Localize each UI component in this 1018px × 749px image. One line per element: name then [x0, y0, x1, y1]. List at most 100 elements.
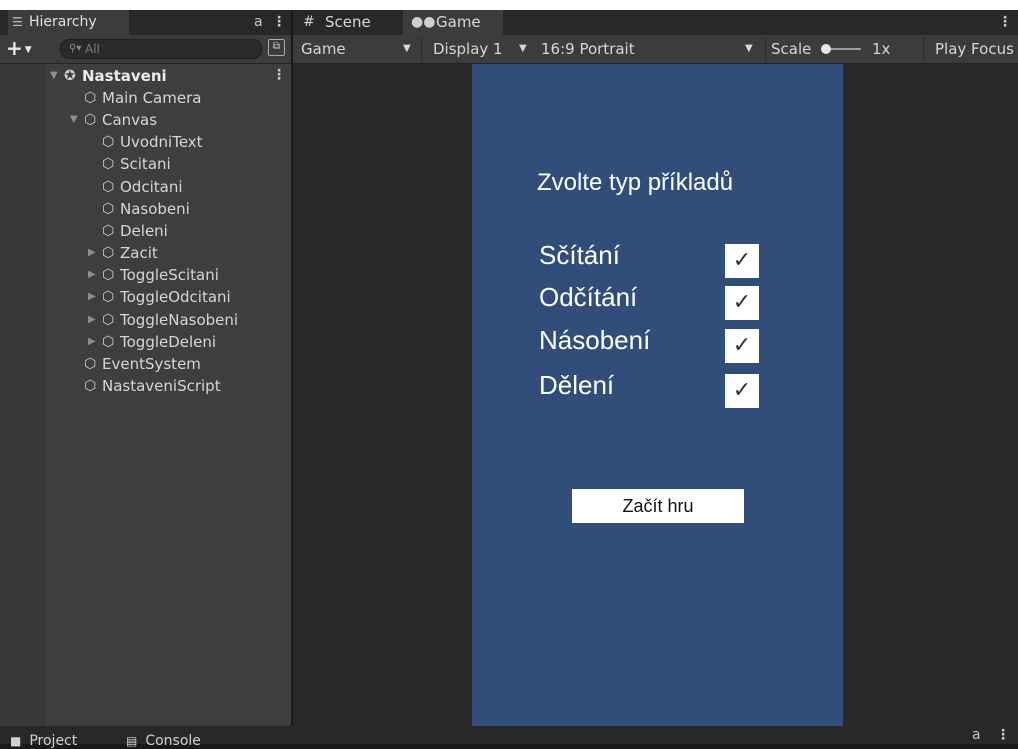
start-game-button[interactable]: Začít hru [572, 489, 744, 523]
tab-console[interactable]: ▤ Console [126, 734, 201, 748]
hierarchy-item-label: Odcitani [120, 178, 183, 196]
hierarchy-item-label: Scitani [120, 155, 171, 173]
tab-project-label: Project [29, 733, 78, 749]
tab-game-label: Game [436, 13, 481, 31]
gameobject-cube-icon: ⬡ [102, 156, 115, 172]
expand-arrow-icon[interactable]: ▶ [88, 331, 102, 353]
hierarchy-item[interactable]: ⬡ EventSystem [70, 353, 201, 375]
gameobject-cube-icon: ⬡ [102, 245, 115, 261]
expand-arrow-icon[interactable]: ▼ [70, 109, 84, 131]
gameobject-cube-icon: ⬡ [102, 179, 115, 195]
hierarchy-item-label: ToggleDeleni [120, 333, 217, 351]
scene-item[interactable]: ▼ ✪ Nastaveni [50, 65, 167, 87]
hierarchy-item-label: UvodniText [120, 133, 203, 151]
game-panel: # Scene ●● Game ⋮ Game ▼ Display 1 ▼ 16:… [293, 10, 1018, 726]
aspect-value: 16:9 Portrait [541, 40, 635, 58]
chevron-down-icon: ▼ [745, 43, 753, 54]
checkmark-icon: ✓ [732, 248, 752, 273]
tab-hierarchy[interactable]: ☰ Hierarchy [8, 10, 129, 35]
game-canvas: Zvolte typ příkladů Sčítání ✓ Odčítání ✓… [472, 64, 843, 726]
hierarchy-item[interactable]: ⬡ Scitani [88, 153, 171, 175]
hierarchy-item[interactable]: ▶ ⬡ ToggleNasobeni [88, 309, 238, 331]
hierarchy-item-label: NastaveniScript [102, 377, 221, 395]
tab-scene-label: Scene [325, 13, 371, 31]
lock-icon[interactable]: a [254, 10, 263, 35]
toggle-odcitani-checkbox[interactable]: ✓ [725, 286, 759, 320]
game-title: Zvolte typ příkladů [537, 169, 734, 196]
chevron-down-icon: ▼ [519, 43, 527, 54]
toggle-deleni-checkbox[interactable]: ✓ [725, 374, 759, 408]
panel-menu-icon[interactable]: ⋮ [996, 726, 1010, 744]
option-label: Sčítání [539, 240, 620, 270]
hierarchy-item[interactable]: ⬡ NastaveniScript [70, 375, 221, 397]
scale-value: 1x [872, 40, 891, 58]
display-select[interactable]: Display 1 ▼ [433, 35, 529, 63]
hierarchy-toolbar: + ▼ ⚲▾ All ⧉ [0, 35, 291, 64]
gameobject-cube-icon: ⬡ [102, 134, 115, 150]
hierarchy-item-label: Main Camera [102, 89, 202, 107]
scene-menu-icon[interactable]: ⋮ [272, 63, 286, 88]
gameobject-cube-icon: ⬡ [84, 356, 97, 372]
hierarchy-item[interactable]: ▶ ⬡ Zacit [88, 242, 158, 264]
expand-arrow-icon[interactable]: ▶ [88, 264, 102, 286]
gameobject-cube-icon: ⬡ [102, 223, 115, 239]
hierarchy-item[interactable]: ⬡ Main Camera [70, 87, 201, 109]
tab-hierarchy-label: Hierarchy [29, 14, 97, 30]
filter-icon[interactable]: ⧉ [268, 39, 285, 56]
toolbar-divider [765, 37, 766, 61]
hierarchy-item[interactable]: ▶ ⬡ ToggleOdcitani [88, 286, 231, 308]
tab-game[interactable]: ●● Game [403, 10, 503, 35]
hierarchy-panel: ☰ Hierarchy a ⋮ + ▼ ⚲▾ All ⧉ ▼ ✪ Nastaveni … [0, 10, 291, 726]
search-icon: ⚲▾ [69, 43, 82, 54]
display-value: Display 1 [433, 40, 503, 58]
aspect-select[interactable]: 16:9 Portrait ▼ [541, 35, 761, 63]
toolbar-divider [421, 37, 422, 61]
toggle-scitani-checkbox[interactable]: ✓ [725, 244, 759, 278]
hierarchy-item-label: ToggleOdcitani [120, 288, 231, 306]
scale-slider[interactable] [821, 44, 861, 54]
toolbar-divider [923, 37, 924, 61]
hierarchy-search-input[interactable]: ⚲▾ All [60, 39, 262, 59]
expand-arrow-icon[interactable]: ▶ [88, 286, 102, 308]
search-placeholder: All [85, 42, 100, 56]
gameobject-cube-icon: ⬡ [84, 378, 97, 394]
gameobject-cube-icon: ⬡ [84, 90, 97, 106]
scene-label: Nastaveni [82, 67, 167, 85]
panel-menu-icon[interactable]: ⋮ [272, 10, 286, 35]
scale-label: Scale [771, 40, 812, 58]
hierarchy-item[interactable]: ⬡ Nasobeni [88, 198, 190, 220]
gameobject-cube-icon: ⬡ [102, 312, 115, 328]
hierarchy-item-label: ToggleNasobeni [120, 311, 239, 329]
play-focus-select[interactable]: Play Focus [935, 35, 1018, 63]
console-icon: ▤ [126, 734, 138, 748]
tab-scene[interactable]: # Scene [297, 10, 395, 35]
hierarchy-item[interactable]: ▶ ⬡ ToggleDeleni [88, 331, 216, 353]
mode-select[interactable]: Game ▼ [301, 35, 419, 63]
hierarchy-item[interactable]: ⬡ Deleni [88, 220, 168, 242]
hierarchy-item[interactable]: ⬡ UvodniText [88, 131, 203, 153]
option-label: Odčítání [539, 282, 638, 312]
gameobject-cube-icon: ⬡ [102, 201, 115, 217]
expand-arrow-icon[interactable]: ▶ [88, 309, 102, 331]
unity-scene-icon: ✪ [64, 68, 76, 84]
hierarchy-item[interactable]: ▼ ⬡ Canvas [70, 109, 157, 131]
option-label: Násobení [539, 325, 651, 355]
hierarchy-item[interactable]: ⬡ Odcitani [88, 176, 183, 198]
game-panel-menu-icon[interactable]: ⋮ [998, 10, 1012, 35]
editor-tabbar: # Scene ●● Game ⋮ [293, 10, 1018, 35]
game-toolbar: Game ▼ Display 1 ▼ 16:9 Portrait ▼ Scale… [293, 35, 1018, 64]
expand-arrow-icon[interactable]: ▼ [50, 65, 64, 87]
gameobject-cube-icon: ⬡ [102, 289, 115, 305]
add-object-button[interactable]: + ▼ [6, 35, 32, 63]
toggle-nasobeni-checkbox[interactable]: ✓ [725, 329, 759, 363]
checkmark-icon: ✓ [732, 290, 752, 315]
slider-knob[interactable] [821, 44, 831, 54]
expand-arrow-icon[interactable]: ▶ [88, 242, 102, 264]
tab-project[interactable]: ■ Project [10, 734, 77, 748]
hierarchy-item[interactable]: ▶ ⬡ ToggleScitani [88, 264, 219, 286]
hierarchy-item-label: EventSystem [102, 355, 201, 373]
grid-icon: # [303, 14, 315, 30]
lock-icon[interactable]: a [972, 726, 981, 744]
hierarchy-tabbar: ☰ Hierarchy a ⋮ [0, 10, 291, 35]
tab-console-label: Console [145, 733, 201, 749]
